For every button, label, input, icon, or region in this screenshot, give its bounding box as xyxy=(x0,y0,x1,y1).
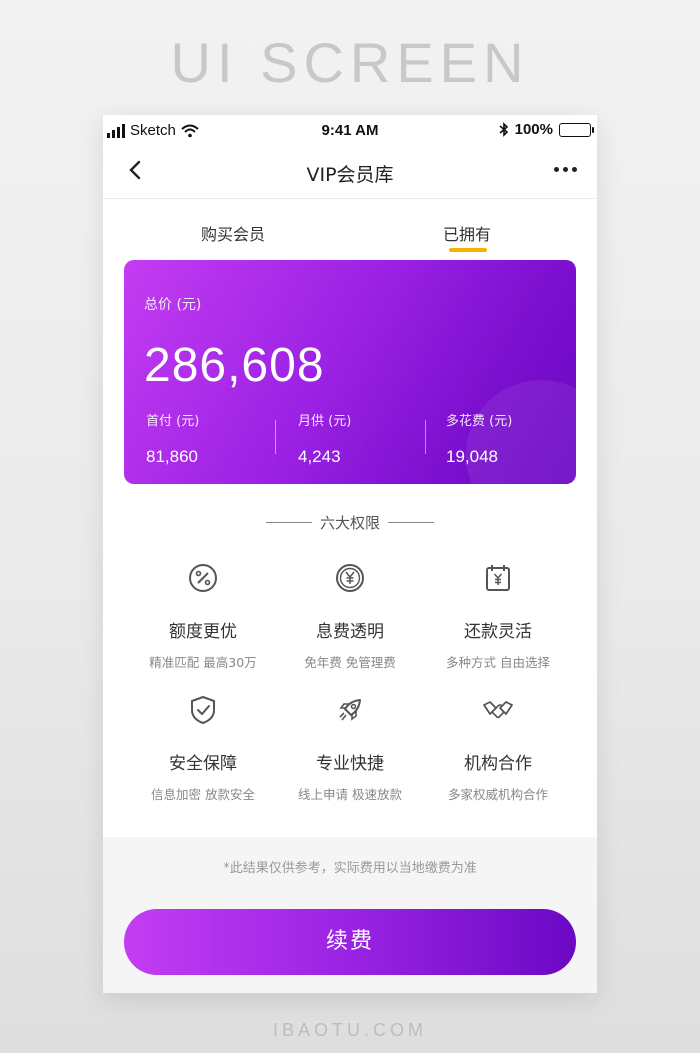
feature-item[interactable]: 专业快捷 线上申请 极速放款 xyxy=(275,693,425,803)
active-tab-indicator xyxy=(449,248,487,252)
feature-desc: 精准匹配 最高30万 xyxy=(149,655,257,670)
disclaimer-text: *此结果仅供参考，实际费用以当地缴费为准 xyxy=(223,861,477,876)
divider xyxy=(265,522,312,523)
feature-desc: 多家权威机构合作 xyxy=(447,787,548,802)
feature-item[interactable]: 安全保障 信息加密 放款安全 xyxy=(128,693,278,803)
renew-button[interactable]: 续费 xyxy=(124,909,576,975)
extra-cost-label: 多花费 (元) xyxy=(446,414,513,429)
feature-item[interactable]: 额度更优 精准匹配 最高30万 xyxy=(128,561,278,671)
percent-icon xyxy=(189,564,217,592)
tab-bar: 购买会员 已拥有 xyxy=(103,211,597,257)
showcase-footer: IBAOTU.COM xyxy=(272,1020,427,1040)
yuan-coin-icon xyxy=(336,564,364,592)
page-title: VIP会员库 xyxy=(306,164,394,186)
feature-item[interactable]: 还款灵活 多种方式 自由选择 xyxy=(423,561,573,671)
shield-check-icon xyxy=(191,696,215,724)
section-header: 六大权限 xyxy=(103,512,597,533)
phone-screen: Sketch 9:41 AM 100% VIP会员库 购买会员 已拥有 总价 (… xyxy=(103,115,597,993)
down-payment: 首付 (元) 81,860 xyxy=(146,410,286,467)
showcase-title: UI SCREEN xyxy=(170,31,530,94)
feature-desc: 多种方式 自由选择 xyxy=(446,655,550,670)
divider xyxy=(425,420,426,454)
feature-title: 额度更优 xyxy=(169,622,237,642)
feature-item[interactable]: 息费透明 免年费 免管理费 xyxy=(275,561,425,671)
divider xyxy=(388,522,434,523)
feature-desc: 免年费 免管理费 xyxy=(304,655,396,670)
status-right: 100% xyxy=(499,121,594,138)
feature-item[interactable]: 机构合作 多家权威机构合作 xyxy=(423,693,573,803)
handshake-icon xyxy=(483,701,513,719)
extra-cost: 多花费 (元) 19,048 xyxy=(446,410,576,467)
battery-icon xyxy=(559,122,594,137)
nav-bar: VIP会员库 xyxy=(103,145,597,199)
feature-title: 还款灵活 xyxy=(464,622,532,642)
bluetooth-icon xyxy=(499,122,508,137)
down-payment-value: 81,860 xyxy=(146,447,198,466)
bottom-area: *此结果仅供参考，实际费用以当地缴费为准 续费 xyxy=(103,837,597,993)
feature-title: 机构合作 xyxy=(464,754,532,774)
monthly-payment: 月供 (元) 4,243 xyxy=(298,410,438,467)
feature-title: 专业快捷 xyxy=(316,754,384,774)
more-horizontal-icon[interactable] xyxy=(554,167,577,172)
price-summary-card: 总价 (元) 286,608 首付 (元) 81,860 月供 (元) 4,24… xyxy=(124,260,576,484)
monthly-payment-value: 4,243 xyxy=(298,447,341,466)
tab-buy-membership[interactable]: 购买会员 xyxy=(163,221,303,245)
monthly-payment-label: 月供 (元) xyxy=(298,414,352,429)
calendar-yuan-icon xyxy=(486,565,510,591)
feature-desc: 线上申请 极速放款 xyxy=(298,787,402,802)
feature-title: 安全保障 xyxy=(169,754,237,774)
status-bar: Sketch 9:41 AM 100% xyxy=(103,115,597,145)
battery-percent: 100% xyxy=(514,121,553,138)
tab-owned[interactable]: 已拥有 xyxy=(397,221,537,245)
down-payment-label: 首付 (元) xyxy=(146,414,200,429)
feature-desc: 信息加密 放款安全 xyxy=(151,787,255,802)
total-price-label: 总价 (元) xyxy=(144,297,202,313)
rocket-icon xyxy=(339,699,361,721)
section-title: 六大权限 xyxy=(319,514,380,532)
feature-title: 息费透明 xyxy=(316,622,384,642)
divider xyxy=(275,420,276,454)
total-price-value: 286,608 xyxy=(144,339,325,392)
extra-cost-value: 19,048 xyxy=(446,447,498,466)
